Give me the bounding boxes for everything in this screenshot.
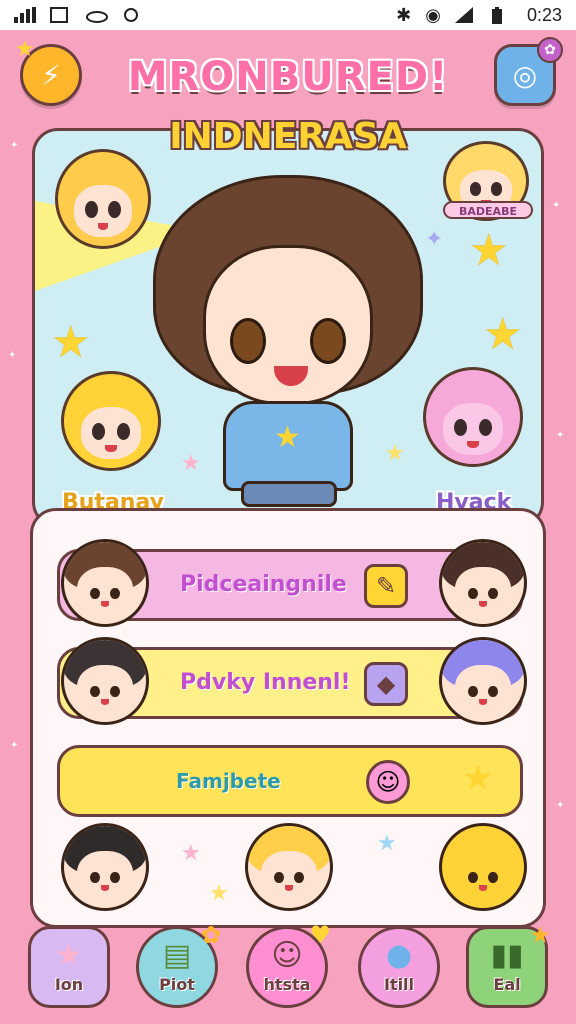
chart-icon: ▮▮ xyxy=(490,937,524,973)
menu-row-label: Famjbete xyxy=(176,769,281,793)
sparkle-icon: ★ xyxy=(209,881,229,906)
sparkle-icon: ✦ xyxy=(552,200,561,211)
speech-bubble-icon: ☺ xyxy=(366,760,410,804)
sparkle-icon: ✦ xyxy=(10,740,19,751)
sparkle-icon: ★ xyxy=(181,841,201,866)
sim-icon xyxy=(50,7,72,23)
ticket-icon: ✎ xyxy=(364,564,408,608)
tab-ion[interactable]: ★ Ion xyxy=(28,926,110,1008)
hero-card: BADEABE ★ ★ ★ ✦ ★ ★ ★ xyxy=(32,128,544,528)
menu-panel: Pidceaingnile ✎ Pdvky Innenl! ◆ Famjbete… xyxy=(30,508,546,928)
battery-icon xyxy=(491,7,513,24)
sparkle-icon: ✦ xyxy=(425,227,444,252)
tab-eal[interactable]: ★ ▮▮ Eal xyxy=(466,921,551,1008)
game-subtitle: INDNERASA xyxy=(169,116,407,157)
status-time: 0:23 xyxy=(526,4,562,25)
avatar-curly-girl[interactable] xyxy=(61,371,161,471)
sparkle-icon: ★ xyxy=(377,831,397,856)
avatar-purple-hair-girl[interactable] xyxy=(439,637,527,725)
flower-icon: ✿ xyxy=(200,921,221,949)
character-badge-label: BADEABE xyxy=(443,201,533,219)
star-icon: ★ xyxy=(461,758,494,799)
tab-label: htsta xyxy=(263,974,311,994)
tab-label: Piot xyxy=(159,974,195,994)
avatar-yellow-chick[interactable] xyxy=(439,823,527,911)
menu-row-label: Pdvky Innenl! xyxy=(180,670,351,695)
gem-icon: ◆ xyxy=(364,662,408,706)
main-character[interactable]: ★ xyxy=(153,175,423,507)
tab-label: Itill xyxy=(383,974,415,994)
tab-label: Eal xyxy=(493,974,521,994)
game-title: MRONBURED! xyxy=(127,54,449,100)
avatar-bow-girl[interactable] xyxy=(439,539,527,627)
signal-bars-icon xyxy=(14,7,36,23)
book-icon: ▤ xyxy=(162,937,192,973)
star-icon: ★ xyxy=(274,420,301,455)
star-icon: ★ xyxy=(483,309,523,360)
cloud-icon xyxy=(86,7,108,23)
sparkle-icon: ✦ xyxy=(556,800,565,811)
wifi-icon: ◉ xyxy=(425,4,441,26)
avatar-pink-bear[interactable] xyxy=(423,367,523,467)
coin-button[interactable]: ★ ⚡ xyxy=(15,37,82,106)
sparkle-icon: ✦ xyxy=(10,140,19,151)
tab-piot[interactable]: ✿ ▤ Piot xyxy=(136,921,221,1008)
star-icon: ★ xyxy=(529,921,551,949)
status-bar: ✱ ◉ 0:23 xyxy=(0,0,576,30)
smile-icon: ☺ xyxy=(271,937,303,973)
star-icon: ★ xyxy=(469,225,509,276)
avatar-blonde-girl[interactable] xyxy=(55,149,151,249)
avatar-blonde-bear-girl[interactable] xyxy=(245,823,333,911)
bottom-tab-bar: ★ Ion ✿ ▤ Piot ♥ ☺ htsta ● Itill ★ ▮▮ Ea… xyxy=(0,918,576,1024)
lightning-coin-icon: ⚡ xyxy=(41,58,61,92)
sync-icon xyxy=(122,7,144,23)
avatar-dark-hair-girl[interactable] xyxy=(61,823,149,911)
notification-badge: ✿ xyxy=(537,37,563,63)
heart-badge-icon: ♥ xyxy=(309,921,331,949)
camera-button[interactable]: ◎ ✿ xyxy=(494,37,563,106)
bluetooth-icon: ✱ xyxy=(396,4,412,26)
camera-icon: ◎ xyxy=(512,58,538,92)
menu-row-label: Pidceaingnile xyxy=(180,572,347,597)
avatar-black-hair-girl[interactable] xyxy=(61,637,149,725)
tab-itill[interactable]: ● Itill xyxy=(358,926,440,1008)
star-icon: ★ xyxy=(15,37,35,62)
sparkle-icon: ✦ xyxy=(8,350,17,361)
chat-bubble-icon: ● xyxy=(385,937,413,973)
cell-signal-icon xyxy=(454,7,477,23)
sparkle-icon: ✦ xyxy=(556,430,565,441)
avatar-brown-bear-girl[interactable] xyxy=(61,539,149,627)
star-icon: ★ xyxy=(51,317,91,368)
menu-row-3[interactable]: Famjbete ☺ ★ xyxy=(57,745,523,817)
star-icon: ★ xyxy=(55,937,83,973)
tab-label: Ion xyxy=(54,974,84,994)
tab-htsta[interactable]: ♥ ☺ htsta xyxy=(246,921,331,1008)
